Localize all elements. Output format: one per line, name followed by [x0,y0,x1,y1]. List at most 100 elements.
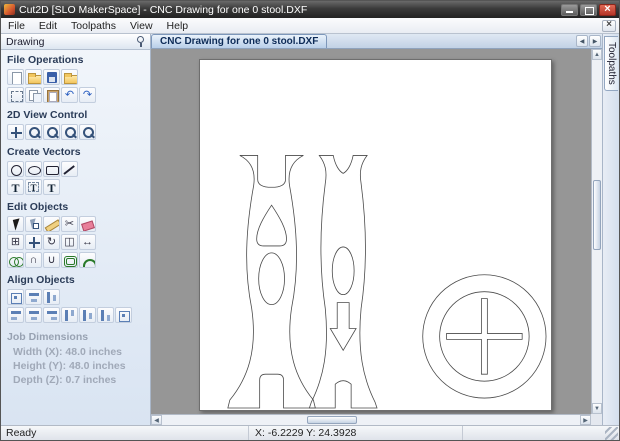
pan-view-icon[interactable] [7,124,24,140]
horizontal-scrollbar[interactable]: ◀ ▶ [151,414,591,425]
stool-seat-vector[interactable] [422,274,547,399]
node-editing-icon[interactable] [25,216,42,232]
resize-grip[interactable] [605,426,618,440]
offset-vectors-icon[interactable] [61,252,78,268]
section-label: Edit Objects [7,201,69,213]
zoom-selection-icon[interactable] [79,124,96,140]
job-dimension-line: Depth (Z): 0.7 inches [13,374,117,386]
weld-vectors-icon[interactable] [7,252,24,268]
document-close-icon[interactable] [602,19,616,32]
scroll-right-icon[interactable]: ▶ [580,415,591,425]
h-scroll-thumb[interactable] [307,416,357,424]
menu-help[interactable]: Help [160,19,196,33]
copy-icon[interactable] [25,87,42,103]
document-tab[interactable]: CNC Drawing for one 0 stool.DXF [151,34,328,48]
paste-icon[interactable] [43,87,60,103]
rotate-selection-icon[interactable] [43,234,60,250]
drawing-panel-title: Drawing [6,35,45,48]
draw-text-icon[interactable] [7,179,24,195]
section-label: File Operations [7,54,84,66]
align-right-icon[interactable] [43,307,60,323]
measure-tool-icon[interactable] [43,216,60,232]
section-label: Align Objects [7,274,75,286]
center-in-material-icon[interactable] [7,289,24,305]
menu-edit[interactable]: Edit [32,19,64,33]
join-vectors-icon[interactable] [43,252,60,268]
toolbar-row [7,216,144,232]
redo-icon[interactable] [79,87,96,103]
text-on-curve-icon[interactable] [43,179,60,195]
open-file-icon[interactable] [25,69,42,85]
minimize-button[interactable] [561,3,578,16]
toolpaths-strip: Toolpaths [602,34,619,425]
center-horizontal-icon[interactable] [25,289,42,305]
export-selection-icon[interactable] [7,87,24,103]
drawing-panel-header: Drawing [1,34,150,50]
stool-side-a-vector[interactable] [227,155,316,409]
tab-scroll-right-icon[interactable]: ▶ [589,35,601,47]
vertical-scrollbar[interactable]: ▲ ▼ [591,49,602,414]
toolbar-row [7,307,144,323]
align-bottom-icon[interactable] [97,307,114,323]
save-file-icon[interactable] [43,69,60,85]
draw-polyline-icon[interactable] [61,161,78,177]
undo-icon[interactable] [61,87,78,103]
toolbar-row [7,179,144,195]
align-spread-icon[interactable] [115,307,132,323]
draw-text-box-icon[interactable] [25,179,42,195]
drawing-canvas[interactable]: ◀ ▶ ▲ ▼ [151,49,602,425]
scroll-down-icon[interactable]: ▼ [592,403,602,414]
job-sheet[interactable] [199,59,552,411]
fillet-corners-icon[interactable] [79,252,96,268]
menu-view[interactable]: View [123,19,160,33]
scale-selection-icon[interactable] [79,234,96,250]
zoom-extents-icon[interactable] [61,124,78,140]
subtract-vectors-icon[interactable] [25,252,42,268]
tab-scroll-left-icon[interactable]: ◀ [576,35,588,47]
menu-toolpaths[interactable]: Toolpaths [64,19,123,33]
maximize-button[interactable] [580,3,597,16]
toolbar-row [7,87,144,103]
close-button[interactable] [599,3,616,16]
menu-items: File Edit Toolpaths View Help [1,19,195,33]
trim-vectors-icon[interactable] [61,216,78,232]
align-center-icon[interactable] [25,307,42,323]
menubar: File Edit Toolpaths View Help [1,18,619,34]
scroll-up-icon[interactable]: ▲ [592,49,602,60]
drawing-panel: Drawing File Operations 2D View Control Cr… [1,34,151,425]
toolbar-row [7,289,144,305]
toolbar-row [7,69,144,85]
pin-icon[interactable] [135,35,145,48]
mirror-selection-icon[interactable] [61,234,78,250]
scroll-left-icon[interactable]: ◀ [151,415,162,425]
move-selection-icon[interactable] [25,234,42,250]
drawing-panel-body: File Operations 2D View Control Create Vec… [1,50,150,425]
toolpaths-tab[interactable]: Toolpaths [604,36,618,91]
titlebar: Cut2D [SLO MakerSpace] - CNC Drawing for… [1,1,619,18]
draw-rectangle-icon[interactable] [43,161,60,177]
import-file-icon[interactable] [61,69,78,85]
app-window: Cut2D [SLO MakerSpace] - CNC Drawing for… [0,0,620,441]
align-left-icon[interactable] [7,307,24,323]
menu-file[interactable]: File [1,19,32,33]
toolbar-row [7,161,144,177]
erase-tool-icon[interactable] [79,216,96,232]
v-scroll-track[interactable] [592,60,602,403]
cut2d-app-icon [4,4,15,15]
snap-grid-icon[interactable] [7,234,24,250]
h-scroll-track[interactable] [162,415,580,425]
v-scroll-thumb[interactable] [593,180,601,250]
align-top-icon[interactable] [61,307,78,323]
toolbar-row [7,124,144,140]
new-file-icon[interactable] [7,69,24,85]
section-label: Create Vectors [7,146,81,158]
zoom-window-icon[interactable] [43,124,60,140]
zoom-interactive-icon[interactable] [25,124,42,140]
select-objects-icon[interactable] [7,216,24,232]
draw-ellipse-icon[interactable] [25,161,42,177]
job-dimensions: Job Dimensions Width (X): 48.0 inches Hei… [7,331,144,386]
stool-side-b-vector[interactable] [308,155,378,409]
draw-circle-icon[interactable] [7,161,24,177]
center-vertical-icon[interactable] [43,289,60,305]
align-middle-icon[interactable] [79,307,96,323]
